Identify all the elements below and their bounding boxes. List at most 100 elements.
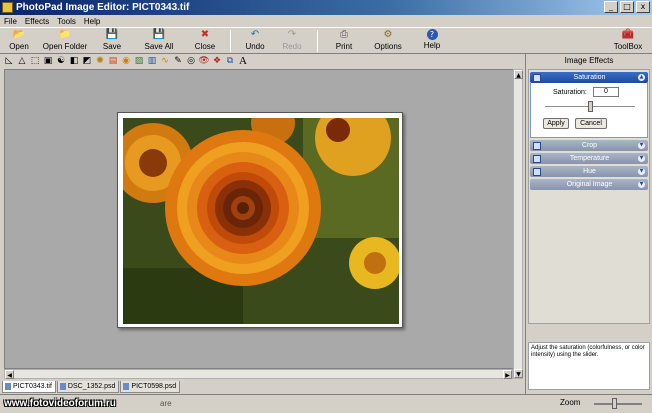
maximize-button[interactable]: □ [620,1,634,13]
brightness-tool-icon[interactable]: ✺ [94,55,106,67]
menu-bar: File Effects Tools Help [0,15,652,27]
brush-tool-icon[interactable]: ✎ [172,55,184,67]
text-tool-icon[interactable]: A [237,55,249,67]
toolbar-separator [230,30,231,52]
undo-button[interactable]: ↶ Undo [237,28,273,54]
save-icon: 💾 [105,29,119,40]
main-toolbar: 📂 Open 📁 Open Folder 💾 Save 💾 Save All ✖… [0,27,652,54]
saturation-input[interactable]: 0 [593,87,619,97]
toolbox-button[interactable]: 🧰 ToolBox [606,28,650,54]
file-tab[interactable]: PICT0343.tif [2,381,56,393]
file-tabs: PICT0343.tif DSC_1352.psd PICT0598.psd [2,381,522,393]
yin-yang-tool-icon[interactable]: ☯ [55,55,67,67]
effect-header-temperature[interactable]: Temperature ▼ [530,153,648,164]
window-title: PhotoPad Image Editor: PICT0343.tif [16,2,190,13]
wave-tool-icon[interactable]: ∿ [159,55,171,67]
window-controls: _ □ x [604,1,650,13]
saturation-slider-thumb[interactable] [587,101,593,112]
title-bar: PhotoPad Image Editor: PICT0343.tif _ □ … [0,0,652,15]
color-tool-icon[interactable]: ◉ [120,55,132,67]
image-canvas[interactable] [4,69,521,369]
close-window-button[interactable]: x [636,1,650,13]
menu-help[interactable]: Help [80,17,104,26]
cancel-button[interactable]: Cancel [575,118,607,129]
rect-select-tool-icon[interactable]: ▣ [42,55,54,67]
close-button[interactable]: ✖ Close [186,28,224,54]
image-file-icon [123,383,130,390]
app-icon [2,2,13,13]
apply-button[interactable]: Apply [543,118,569,129]
image-effects-panel: Image Effects Saturation ▲ Saturation: 0… [525,54,652,394]
red-eye-tool-icon[interactable]: 👁 [198,55,210,67]
layers-tool-icon[interactable]: ⧉ [224,55,236,67]
open-folder-button[interactable]: 📁 Open Folder [38,28,92,54]
select-tool-icon[interactable]: ⬚ [29,55,41,67]
saturation-label: Saturation: [553,89,587,96]
print-icon: ⎙ [340,29,348,40]
effect-header-hue[interactable]: Hue ▼ [530,166,648,177]
panel-title: Image Effects [564,56,614,65]
watermark-text: www.fotovideoforum.ru [4,398,116,409]
zoom-slider-thumb[interactable] [612,398,617,409]
vignette-tool-icon[interactable]: ◎ [185,55,197,67]
expand-icon[interactable]: ▼ [638,168,645,175]
gradient-tool-icon[interactable]: ▤ [107,55,119,67]
landscape-tool-icon[interactable]: ▨ [133,55,145,67]
zoom-label: Zoom [560,398,581,407]
crop-tool-icon[interactable]: ◺ [3,55,15,67]
print-button[interactable]: ⎙ Print [324,28,364,54]
minimize-button[interactable]: _ [604,1,618,13]
save-all-button[interactable]: 💾 Save All [132,28,186,54]
open-folder-icon: 📁 [58,29,72,40]
spots-tool-icon[interactable]: ❖ [211,55,223,67]
effect-header-saturation[interactable]: Saturation ▲ [530,72,648,83]
horizontal-scrollbar[interactable]: ◀ ▶ [4,369,513,379]
options-button[interactable]: ⚙ Options [364,28,412,54]
contrast-tool-icon[interactable]: ◧ [68,55,80,67]
image-frame [117,112,403,328]
expand-icon[interactable]: ▼ [638,181,645,188]
open-button[interactable]: 📂 Open [0,28,38,54]
undo-icon: ↶ [250,29,260,40]
vertical-scrollbar[interactable]: ▲ ▼ [513,69,523,379]
scroll-right-icon[interactable]: ▶ [503,370,512,379]
menu-tools[interactable]: Tools [53,17,80,26]
zoom-slider[interactable] [594,403,642,405]
menu-file[interactable]: File [0,17,21,26]
triangle-tool-icon[interactable]: △ [16,55,28,67]
collapse-icon[interactable]: ▲ [638,74,645,81]
toolbar-separator [317,30,318,52]
help-icon: ? [426,29,438,40]
histogram-tool-icon[interactable]: ▥ [146,55,158,67]
flower-image [123,118,399,324]
toolbox-icon: 🧰 [621,29,635,40]
effect-help-text: Adjust the saturation (colorfulness, or … [528,342,650,390]
help-button[interactable]: ? Help [412,28,452,54]
save-button[interactable]: 💾 Save [92,28,132,54]
save-all-icon: 💾 [152,29,166,40]
temperature-icon [533,154,541,163]
file-tab[interactable]: PICT0598.psd [120,381,181,393]
options-icon: ⚙ [383,29,393,40]
tools-row: ◺ △ ⬚ ▣ ☯ ◧ ◩ ✺ ▤ ◉ ▨ ▥ ∿ ✎ ◎ 👁 ❖ ⧉ A [0,54,524,68]
file-tab[interactable]: DSC_1352.psd [56,381,120,393]
expand-icon[interactable]: ▼ [638,155,645,162]
saturation-controls: Saturation: 0 Apply Cancel [530,83,648,138]
crop-icon [533,141,541,150]
effects-list: Saturation ▲ Saturation: 0 Apply Cancel … [528,69,650,324]
levels-tool-icon[interactable]: ◩ [81,55,93,67]
status-text: are [160,399,172,408]
image-file-icon [5,383,11,390]
effect-header-crop[interactable]: Crop ▼ [530,140,648,151]
scroll-up-icon[interactable]: ▲ [514,70,523,79]
status-bar: www.fotovideoforum.ru are Zoom [0,394,652,413]
effect-header-original-image[interactable]: Original Image ▼ [530,179,648,190]
open-icon: 📂 [12,29,26,40]
flower-photo[interactable] [123,118,399,324]
redo-button[interactable]: ↷ Redo [273,28,311,54]
expand-icon[interactable]: ▼ [638,142,645,149]
scroll-left-icon[interactable]: ◀ [5,370,14,379]
scroll-down-icon[interactable]: ▼ [514,369,523,378]
menu-effects[interactable]: Effects [21,17,53,26]
image-file-icon [59,383,66,390]
